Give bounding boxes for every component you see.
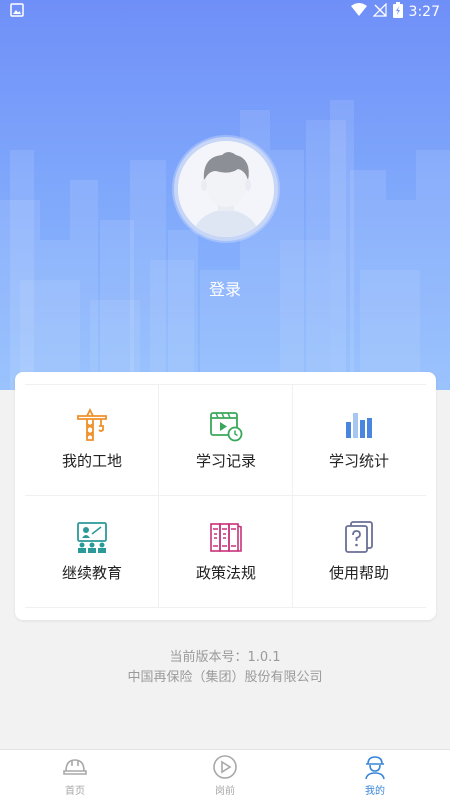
menu-item-study-stats[interactable]: 学习统计: [292, 384, 426, 496]
menu-item-label: 学习统计: [328, 452, 389, 470]
video-clock-icon: [210, 412, 243, 442]
status-icons: 3:27: [350, 2, 440, 22]
worker-icon: [365, 755, 385, 779]
bar-stats-icon: [346, 413, 372, 438]
menu-item-label: 政策法规: [195, 564, 256, 582]
tab-label: 岗前: [215, 785, 235, 797]
company-text: 中国再保险（集团）股份有限公司: [127, 670, 323, 685]
menu-item-my-site[interactable]: 我的工地: [25, 384, 159, 496]
menu-item-policy-regulations[interactable]: 政策法规: [159, 496, 293, 608]
tab-pre-job[interactable]: 岗前: [150, 750, 300, 800]
tab-label: 首页: [65, 785, 85, 797]
no-signal-icon: [372, 2, 387, 21]
law-books-icon: [210, 523, 242, 552]
play-circle-icon: [213, 754, 237, 779]
profile-header: 3:27 登录: [0, 0, 450, 390]
login-link[interactable]: 登录: [0, 276, 450, 300]
avatar[interactable]: [174, 137, 278, 241]
battery-charging-icon: [392, 2, 403, 22]
menu-item-continuing-education[interactable]: 继续教育: [25, 496, 159, 608]
menu-item-study-record[interactable]: 学习记录: [159, 384, 293, 496]
bottom-tab-bar: 首页 岗前 我的: [0, 749, 450, 800]
classroom-icon: [77, 522, 107, 553]
hardhat-icon: [63, 758, 87, 775]
tab-home[interactable]: 首页: [0, 750, 150, 800]
tower-crane-icon: [77, 408, 107, 441]
app-info: 当前版本号：1.0.1 中国再保险（集团）股份有限公司: [0, 648, 450, 688]
status-bar: 3:27: [0, 0, 450, 24]
menu-item-label: 使用帮助: [328, 564, 389, 582]
menu-item-label: 学习记录: [195, 452, 256, 470]
version-text: 当前版本号：1.0.1: [169, 650, 281, 665]
menu-card: 我的工地 学习记录 学习统计 继续教育 政策法规 使用帮助: [15, 372, 436, 620]
status-time: 3:27: [408, 4, 440, 20]
default-avatar-icon: [178, 141, 274, 237]
menu-item-label: 我的工地: [61, 452, 122, 470]
wifi-icon: [350, 3, 367, 21]
gallery-notification-icon: [10, 3, 24, 21]
menu-item-label: 继续教育: [61, 564, 122, 582]
help-book-icon: [345, 521, 373, 553]
tab-label: 我的: [365, 785, 385, 797]
menu-grid: 我的工地 学习记录 学习统计 继续教育 政策法规 使用帮助: [25, 384, 426, 608]
menu-item-user-help[interactable]: 使用帮助: [292, 496, 426, 608]
tab-mine[interactable]: 我的: [300, 750, 450, 800]
